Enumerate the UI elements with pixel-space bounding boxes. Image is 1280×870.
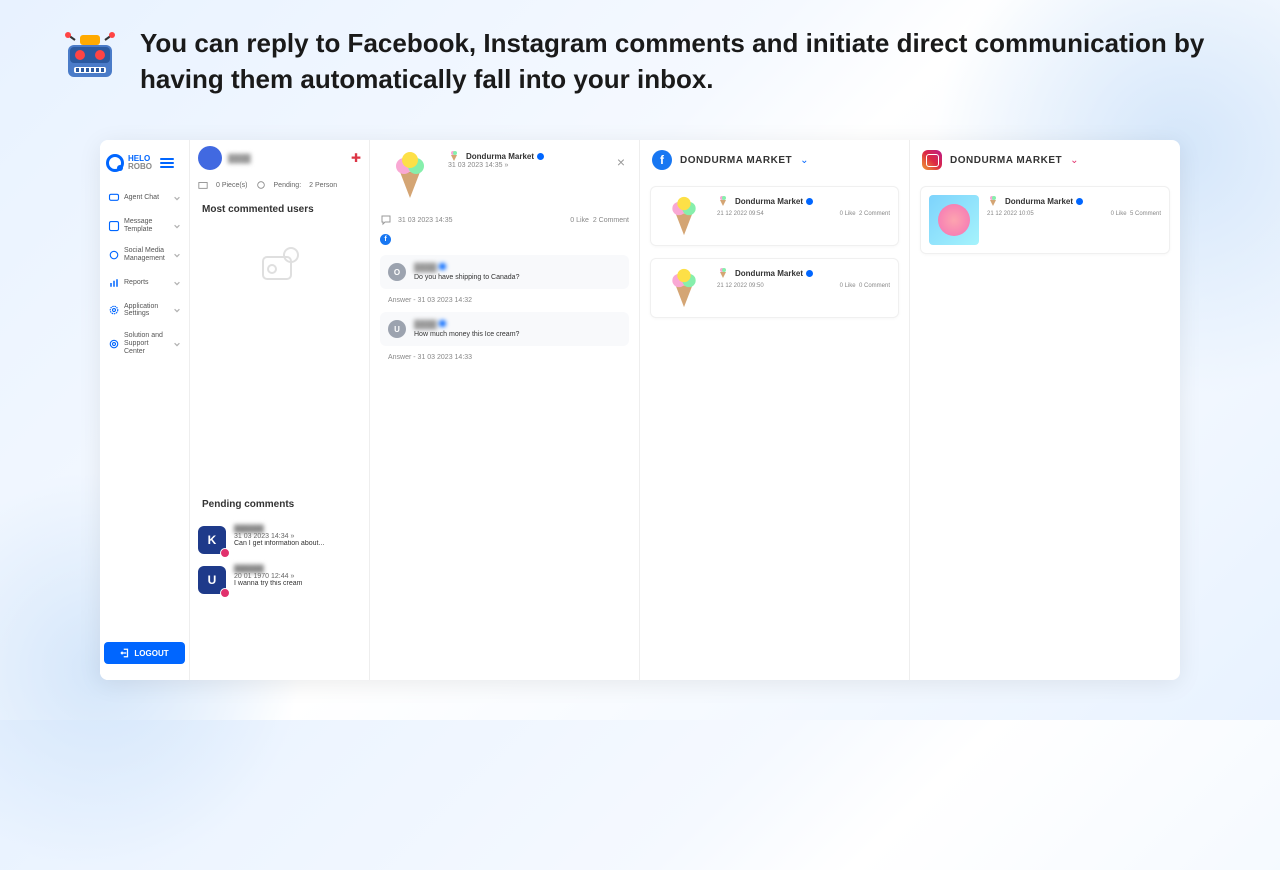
app-window: HELOROBO Agent Chat Message Template Soc… — [100, 140, 1180, 680]
channel-header-instagram[interactable]: DONDURMA MARKET ⌄ — [910, 140, 1180, 180]
feed-post-card[interactable]: Dondurma Market 21 12 2022 10:050 Like 5… — [920, 186, 1170, 254]
post-author: Dondurma Market — [987, 195, 1161, 207]
user-avatar[interactable] — [198, 146, 222, 170]
chat-icon — [108, 192, 120, 204]
answer-timestamp: Answer - 31 03 2023 14:33 — [370, 352, 639, 363]
inbox-header: ████ ✚ — [190, 140, 369, 176]
timestamp: 21 12 2022 10:05 — [987, 211, 1034, 217]
comment-preview: I wanna try this cream — [234, 580, 361, 587]
chevron-down-icon — [173, 279, 181, 287]
feed-post-card[interactable]: Dondurma Market 21 12 2022 09:500 Like 0… — [650, 258, 899, 318]
logo-text: HELOROBO — [128, 155, 152, 171]
reports-icon — [108, 277, 120, 289]
cone-icon — [717, 267, 729, 279]
clock-icon — [256, 180, 266, 190]
social-icon — [108, 249, 120, 261]
hamburger-icon[interactable] — [160, 158, 174, 168]
post-author: Dondurma Market — [717, 267, 890, 279]
cone-icon — [448, 150, 460, 162]
verified-icon — [806, 270, 813, 277]
verified-icon — [1076, 198, 1083, 205]
add-button[interactable]: ✚ — [351, 151, 361, 165]
chevron-down-icon — [173, 222, 181, 230]
user-name-blurred: ████ — [228, 154, 251, 163]
pending-comments-title: Pending comments — [190, 489, 369, 520]
commenter-name-blurred: ████ — [414, 263, 621, 272]
commenter-name-blurred: ████ — [414, 320, 621, 329]
post-author: Dondurma Market — [448, 150, 605, 162]
verified-icon — [806, 198, 813, 205]
gear-icon — [108, 304, 120, 316]
avatar: K — [198, 526, 226, 554]
instagram-icon — [922, 150, 942, 170]
commenter-name-blurred: ██████ — [234, 526, 361, 533]
box-icon — [198, 180, 208, 190]
channel-header-facebook[interactable]: f DONDURMA MARKET ⌄ — [640, 140, 909, 180]
post-author: Dondurma Market — [717, 195, 890, 207]
close-button[interactable]: × — [613, 150, 629, 200]
logout-button[interactable]: LOGOUT — [104, 642, 185, 664]
instagram-badge-icon — [220, 548, 230, 558]
chevron-down-icon — [173, 306, 181, 314]
timestamp: 20 01 1970 12:44 » — [234, 573, 361, 580]
timestamp: 31 03 2023 14:34 » — [234, 533, 361, 540]
comment-card[interactable]: O ████ Do you have shipping to Canada? — [380, 255, 629, 289]
sidebar-item-agent-chat[interactable]: Agent Chat — [104, 186, 185, 210]
chevron-down-icon: ⌄ — [800, 155, 808, 166]
stats-row: 0 Piece(s) Pending: 2 Person — [190, 176, 369, 194]
sidebar-item-reports[interactable]: Reports — [104, 271, 185, 295]
column-facebook: f DONDURMA MARKET ⌄ Dondurma Market 21 1… — [640, 140, 910, 680]
post-image — [659, 267, 709, 309]
facebook-icon: f — [652, 150, 672, 170]
comment-text: Do you have shipping to Canada? — [414, 274, 621, 281]
instagram-badge-icon — [220, 588, 230, 598]
pending-comment-item[interactable]: K ██████ 31 03 2023 14:34 » Can I get in… — [190, 520, 369, 560]
engagement-row: 31 03 2023 14:35 0 Like 2 Comment — [370, 210, 639, 230]
banner: You can reply to Facebook, Instagram com… — [0, 0, 1280, 113]
comment-card[interactable]: U ████ How much money this Ice cream? — [380, 312, 629, 346]
support-icon — [108, 338, 120, 350]
pending-comment-item[interactable]: U ██████ 20 01 1970 12:44 » I wanna try … — [190, 560, 369, 600]
feed-post-card[interactable]: Dondurma Market 21 12 2022 09:540 Like 2… — [650, 186, 899, 246]
chevron-down-icon — [173, 340, 181, 348]
robot-icon — [60, 25, 120, 85]
post-header: Dondurma Market 31 03 2023 14:35 » × — [370, 140, 639, 210]
most-commented-title: Most commented users — [190, 194, 369, 225]
column-instagram: DONDURMA MARKET ⌄ Dondurma Market 21 12 … — [910, 140, 1180, 680]
post-image[interactable] — [380, 150, 440, 200]
logout-icon — [120, 648, 130, 658]
facebook-icon: f — [380, 234, 391, 245]
verified-icon — [537, 153, 544, 160]
sidebar-item-support[interactable]: Solution and Support Center — [104, 326, 185, 361]
commenter-name-blurred: ██████ — [234, 566, 361, 573]
sidebar: HELOROBO Agent Chat Message Template Soc… — [100, 140, 190, 680]
cone-icon — [717, 195, 729, 207]
commenter-avatar: U — [388, 320, 406, 338]
chevron-down-icon — [173, 194, 181, 202]
logo[interactable]: HELOROBO — [104, 148, 185, 178]
sidebar-item-social-media[interactable]: Social Media Management — [104, 241, 185, 268]
post-image — [929, 195, 979, 245]
timestamp: 21 12 2022 09:50 — [717, 283, 764, 289]
timestamp: 31 03 2023 14:35 » — [448, 162, 605, 169]
timestamp: 21 12 2022 09:54 — [717, 211, 764, 217]
answer-timestamp: Answer - 31 03 2023 14:32 — [370, 295, 639, 306]
commenter-avatar: O — [388, 263, 406, 281]
chevron-down-icon: ⌄ — [1070, 155, 1078, 166]
sidebar-item-settings[interactable]: Application Settings — [104, 297, 185, 324]
chevron-down-icon — [173, 251, 181, 259]
cone-icon — [987, 195, 999, 207]
comment-text: How much money this Ice cream? — [414, 331, 621, 338]
logo-icon — [106, 154, 124, 172]
avatar: U — [198, 566, 226, 594]
comment-preview: Can I get information about... — [234, 540, 361, 547]
column-thread: Dondurma Market 31 03 2023 14:35 » × 31 … — [370, 140, 640, 680]
empty-state — [190, 225, 369, 305]
comment-icon — [380, 214, 392, 226]
banner-text: You can reply to Facebook, Instagram com… — [140, 25, 1240, 98]
column-inbox: ████ ✚ 0 Piece(s) Pending: 2 Person Most… — [190, 140, 370, 680]
post-image — [659, 195, 709, 237]
template-icon — [108, 220, 120, 232]
sidebar-item-message-template[interactable]: Message Template — [104, 212, 185, 239]
